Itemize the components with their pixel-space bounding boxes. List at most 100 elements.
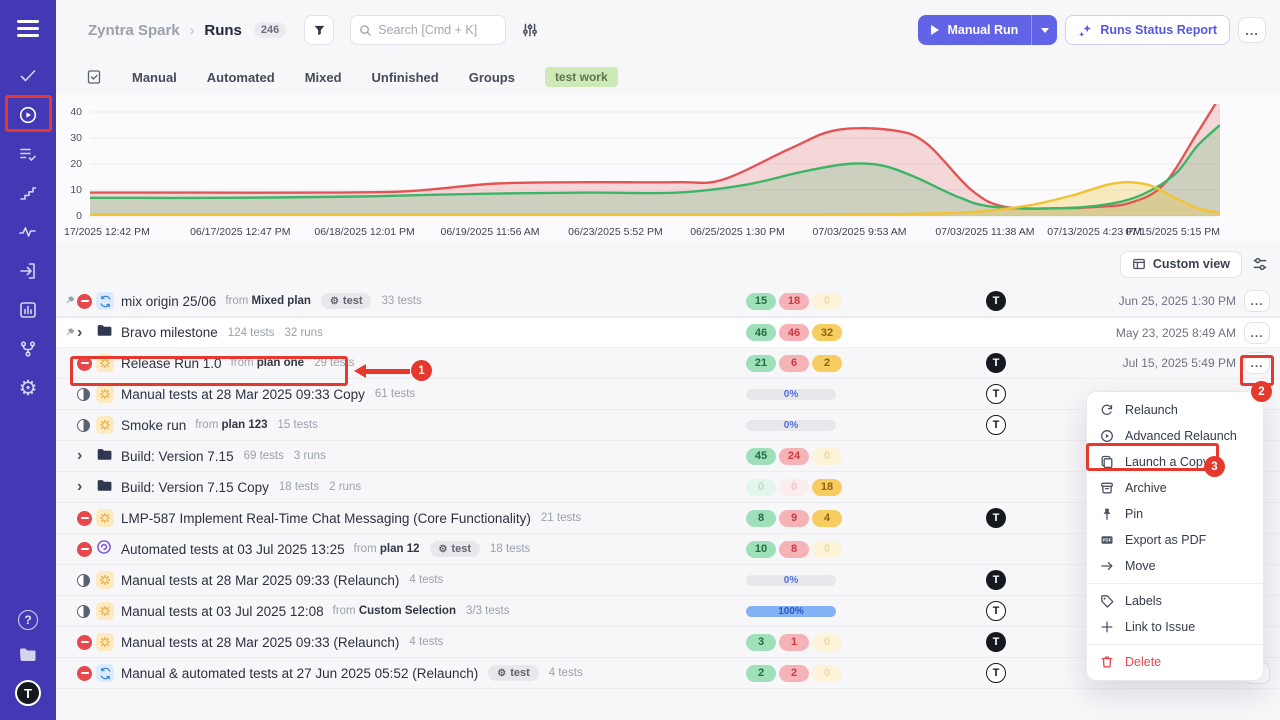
- list-settings-icon[interactable]: [1252, 256, 1268, 272]
- run-name[interactable]: Manual tests at 03 Jul 2025 12:08: [121, 604, 324, 619]
- count-pill-red: 46: [779, 324, 809, 341]
- count-pill-yellow: 0: [812, 665, 842, 682]
- tab-manual[interactable]: Manual: [132, 70, 177, 85]
- breadcrumb-parent[interactable]: Zyntra Spark: [88, 22, 180, 39]
- count-pill-yellow: 0: [812, 541, 842, 558]
- tab-automated[interactable]: Automated: [207, 70, 275, 85]
- menu-divider: [1087, 583, 1263, 584]
- milestones-icon[interactable]: [17, 182, 39, 204]
- help-icon[interactable]: ?: [18, 610, 38, 630]
- activity-icon[interactable]: [17, 221, 39, 243]
- runs-status-report-button[interactable]: Runs Status Report: [1065, 15, 1230, 45]
- custom-view-button[interactable]: Custom view: [1120, 251, 1242, 278]
- inbox-icon[interactable]: [17, 260, 39, 282]
- tests-count: 15 tests: [278, 419, 318, 431]
- run-name[interactable]: LMP-587 Implement Real-Time Chat Messagi…: [121, 511, 531, 526]
- branch-icon[interactable]: [17, 338, 39, 360]
- custom-view-label: Custom view: [1153, 257, 1230, 271]
- count-pill-green: 10: [746, 541, 776, 558]
- run-name[interactable]: Smoke run: [121, 418, 186, 433]
- manual-run-dropdown[interactable]: [1031, 15, 1057, 45]
- chart-x-tick: 17/2025 12:42 PM: [64, 226, 150, 238]
- tab-unfinished[interactable]: Unfinished: [372, 70, 439, 85]
- count-pill-green: 21: [746, 355, 776, 372]
- run-name[interactable]: Automated tests at 03 Jul 2025 13:25: [121, 542, 345, 557]
- result-counts: 45240: [746, 448, 842, 465]
- pin-icon: [1100, 507, 1114, 521]
- run-row[interactable]: mix origin 25/06from Mixed plan⚙test33 t…: [56, 286, 1280, 317]
- trash-icon: [1100, 655, 1114, 669]
- menu-item-export-as-pdf[interactable]: PDFExport as PDF: [1087, 527, 1263, 553]
- sidebar: ⚙ ? T: [0, 0, 56, 720]
- run-name[interactable]: Manual tests at 28 Mar 2025 09:33 Copy: [121, 387, 365, 402]
- menu-item-link-to-issue[interactable]: Link to Issue: [1087, 614, 1263, 640]
- expand-chevron-icon[interactable]: ›: [77, 479, 82, 495]
- menu-item-pin[interactable]: Pin: [1087, 501, 1263, 527]
- folder-icon: [96, 322, 112, 343]
- chart-x-tick: 07/03/2025 11:38 AM: [935, 226, 1034, 238]
- runs-trend-chart: 01020304017/2025 12:42 PM06/17/2025 12:4…: [56, 94, 1280, 242]
- result-counts: 464632: [746, 324, 842, 341]
- manual-run-type-icon: [96, 509, 114, 527]
- settings-gear-icon[interactable]: ⚙: [17, 377, 39, 399]
- runs-play-icon[interactable]: [17, 104, 39, 126]
- check-icon[interactable]: [17, 65, 39, 87]
- user-avatar[interactable]: T: [15, 680, 41, 706]
- manual-run-type-icon: [96, 633, 114, 651]
- expand-chevron-icon[interactable]: ›: [77, 448, 82, 464]
- tests-count: 69 tests: [244, 450, 284, 462]
- menu-item-advanced-relaunch[interactable]: Advanced Relaunch: [1087, 423, 1263, 449]
- count-pill-yellow: 32: [812, 324, 842, 341]
- count-pill-red: 18: [779, 293, 809, 310]
- filter-button[interactable]: [304, 15, 334, 45]
- status-in-progress-icon: [77, 605, 90, 618]
- run-name[interactable]: Manual tests at 28 Mar 2025 09:33 (Relau…: [121, 635, 399, 650]
- menu-item-relaunch[interactable]: Relaunch: [1087, 397, 1263, 423]
- run-more-button[interactable]: ...: [1244, 322, 1270, 344]
- run-name[interactable]: Build: Version 7.15: [121, 449, 234, 464]
- projects-folder-icon[interactable]: [17, 644, 39, 666]
- tab-mixed[interactable]: Mixed: [305, 70, 342, 85]
- run-name[interactable]: Build: Version 7.15 Copy: [121, 480, 269, 495]
- reports-icon[interactable]: [17, 299, 39, 321]
- header-more-button[interactable]: ...: [1238, 17, 1266, 43]
- gear-icon: ⚙: [439, 544, 448, 555]
- pin-icon[interactable]: [64, 327, 77, 339]
- expand-chevron-icon[interactable]: ›: [77, 325, 82, 341]
- menu-icon[interactable]: [17, 20, 39, 37]
- manual-run-type-icon: [96, 416, 114, 434]
- menu-item-labels[interactable]: Labels: [1087, 588, 1263, 614]
- tests-count: 4 tests: [549, 667, 583, 679]
- pdf-icon: PDF: [1100, 533, 1114, 547]
- menu-item-archive[interactable]: Archive: [1087, 475, 1263, 501]
- tests-count: 124 tests: [228, 327, 275, 339]
- result-counts: 1080: [746, 541, 842, 558]
- menu-item-delete[interactable]: Delete: [1087, 649, 1263, 675]
- run-more-button[interactable]: ...: [1244, 290, 1270, 312]
- filter-badge-test-work[interactable]: test work: [545, 67, 618, 87]
- run-row[interactable]: ›Bravo milestone124 tests32 runs464632Ma…: [56, 317, 1280, 348]
- run-name[interactable]: Manual tests at 28 Mar 2025 09:33 (Relau…: [121, 573, 399, 588]
- assignee-avatar: T: [986, 415, 1006, 435]
- tag-badge[interactable]: ⚙test: [430, 541, 481, 557]
- test-plans-icon[interactable]: [17, 143, 39, 165]
- tab-groups[interactable]: Groups: [469, 70, 515, 85]
- chevron-down-icon: [1041, 28, 1049, 33]
- pin-icon[interactable]: [64, 295, 77, 307]
- run-more-button[interactable]: ...: [1244, 352, 1270, 374]
- search-settings-icon[interactable]: [522, 22, 538, 38]
- menu-item-move[interactable]: Move: [1087, 553, 1263, 579]
- manual-run-button[interactable]: Manual Run: [918, 15, 1031, 45]
- run-row[interactable]: Release Run 1.0from plan one29 tests2162…: [56, 348, 1280, 379]
- run-name[interactable]: Bravo milestone: [121, 325, 218, 340]
- tag-badge[interactable]: ⚙test: [488, 665, 539, 681]
- run-source: from Custom Selection: [333, 605, 456, 617]
- assignee-avatar: T: [986, 632, 1006, 652]
- tag-badge[interactable]: ⚙test: [321, 293, 372, 309]
- search-input[interactable]: [378, 23, 497, 37]
- run-name[interactable]: Release Run 1.0: [121, 356, 222, 371]
- run-name[interactable]: mix origin 25/06: [121, 294, 216, 309]
- menu-item-launch-a-copy[interactable]: Launch a Copy: [1087, 449, 1263, 475]
- saved-views-icon[interactable]: [86, 69, 102, 85]
- run-name[interactable]: Manual & automated tests at 27 Jun 2025 …: [121, 666, 478, 681]
